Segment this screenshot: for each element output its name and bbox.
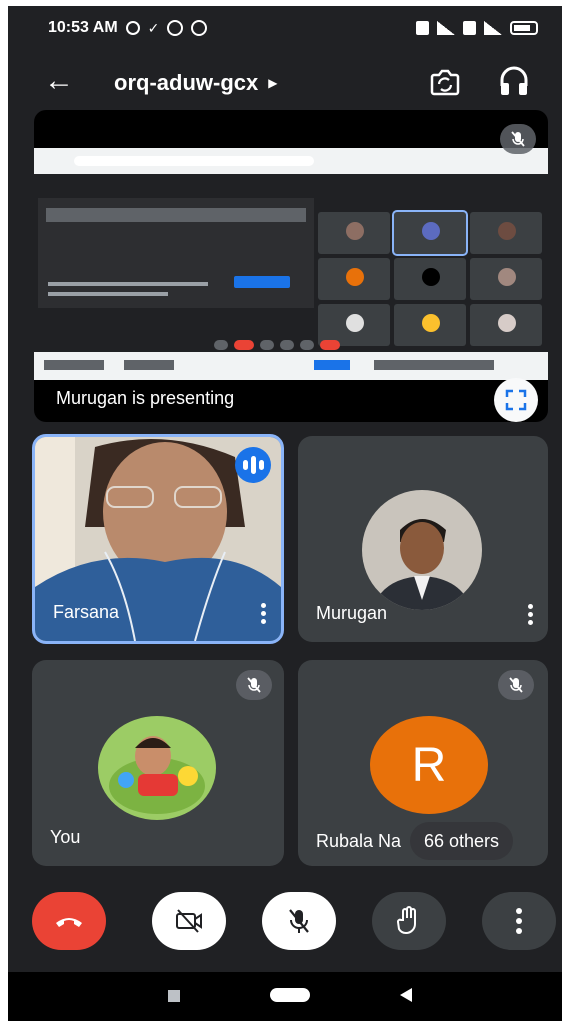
participant-name: Rubala Na bbox=[316, 831, 402, 851]
avatar bbox=[362, 490, 482, 610]
end-call-button[interactable] bbox=[32, 892, 106, 950]
status-left: 10:53 AM ✓ bbox=[48, 19, 208, 37]
shared-slide bbox=[38, 198, 314, 308]
thumb-tile bbox=[470, 212, 542, 254]
mic-off-icon bbox=[511, 131, 525, 147]
shared-controls bbox=[214, 340, 340, 350]
presenting-label: Murugan is presenting bbox=[56, 388, 235, 408]
participant-name: You bbox=[50, 827, 81, 847]
app-bar: ← orq-aduw-gcx ▶ bbox=[8, 54, 562, 110]
thumb-tile bbox=[392, 210, 468, 256]
thumb-tile bbox=[318, 258, 390, 300]
home-button[interactable] bbox=[270, 988, 310, 1002]
notification-icon bbox=[167, 20, 184, 36]
sim-2-icon bbox=[463, 21, 476, 35]
arrow-left-icon[interactable]: ← bbox=[44, 66, 74, 96]
slide-line bbox=[48, 292, 168, 296]
signal-icon bbox=[437, 21, 455, 35]
meet-screen: 10:53 AM ✓ ← orq-aduw-gcx ▶ Murugan is p… bbox=[8, 6, 562, 1021]
more-options-button[interactable] bbox=[482, 892, 556, 950]
participant-tile-murugan[interactable]: Murugan bbox=[298, 436, 548, 642]
thumb-tile bbox=[470, 304, 542, 346]
recents-button[interactable] bbox=[168, 990, 180, 1002]
hand-icon bbox=[397, 906, 416, 935]
alarm-icon bbox=[125, 21, 140, 35]
shared-meet-view bbox=[34, 174, 548, 352]
raise-hand-button[interactable] bbox=[372, 892, 446, 950]
mute-badge bbox=[236, 670, 272, 700]
phone-hangup-icon bbox=[56, 918, 82, 927]
thumb-tile bbox=[394, 304, 466, 346]
more-vertical-icon bbox=[516, 908, 522, 934]
presentation-mute-badge bbox=[500, 124, 536, 154]
fullscreen-button[interactable] bbox=[494, 378, 538, 422]
slide-line bbox=[48, 282, 208, 286]
participant-name: Murugan bbox=[316, 603, 388, 623]
headphones-icon[interactable] bbox=[498, 64, 530, 98]
status-bar: 10:53 AM ✓ bbox=[8, 6, 562, 50]
murugan-photo bbox=[362, 490, 482, 610]
meeting-code: orq-aduw-gcx bbox=[114, 70, 259, 95]
thumb-tile bbox=[394, 258, 466, 300]
slide-button bbox=[234, 276, 290, 288]
mic-off-icon bbox=[247, 677, 261, 693]
shared-url-bar bbox=[74, 156, 314, 166]
shared-thumbnails bbox=[318, 210, 544, 348]
participant-tile-you[interactable]: You bbox=[32, 660, 284, 866]
more-vertical-icon[interactable] bbox=[261, 603, 267, 625]
camera-toggle-button[interactable] bbox=[152, 892, 226, 950]
fullscreen-icon bbox=[505, 389, 527, 411]
back-button[interactable] bbox=[400, 988, 412, 1002]
camera-off-icon bbox=[176, 909, 202, 933]
avatar bbox=[98, 716, 216, 820]
battery-icon bbox=[510, 21, 538, 35]
avatar: R bbox=[370, 716, 488, 814]
thumb-tile bbox=[318, 212, 390, 254]
switch-camera-icon[interactable] bbox=[428, 66, 462, 98]
meeting-title[interactable]: orq-aduw-gcx ▶ bbox=[114, 70, 277, 96]
more-vertical-icon[interactable] bbox=[528, 604, 534, 626]
thumb-tile bbox=[470, 258, 542, 300]
you-photo bbox=[98, 716, 216, 820]
mic-off-icon bbox=[289, 909, 309, 933]
shared-screen bbox=[34, 148, 548, 380]
shared-taskbar bbox=[34, 352, 548, 380]
participant-tile-farsana[interactable]: Farsana bbox=[32, 434, 284, 644]
notification-icon-2 bbox=[191, 20, 208, 36]
check-icon: ✓ bbox=[147, 19, 160, 36]
sim-icon bbox=[416, 21, 429, 35]
mute-badge bbox=[498, 670, 534, 700]
status-right bbox=[416, 21, 538, 35]
chevron-right-icon: ▶ bbox=[268, 76, 278, 90]
mic-off-icon bbox=[509, 677, 523, 693]
slide-line bbox=[46, 208, 306, 222]
speaking-indicator bbox=[235, 447, 271, 483]
participant-name: Farsana bbox=[53, 602, 120, 622]
presentation-tile[interactable]: Murugan is presenting bbox=[34, 110, 548, 422]
system-nav-bar bbox=[8, 972, 562, 1021]
shared-browser-bar bbox=[34, 148, 548, 174]
mic-toggle-button[interactable] bbox=[262, 892, 336, 950]
signal-2-icon bbox=[484, 21, 502, 35]
others-button[interactable]: 66 others bbox=[410, 822, 514, 860]
status-time: 10:53 AM bbox=[48, 19, 118, 36]
